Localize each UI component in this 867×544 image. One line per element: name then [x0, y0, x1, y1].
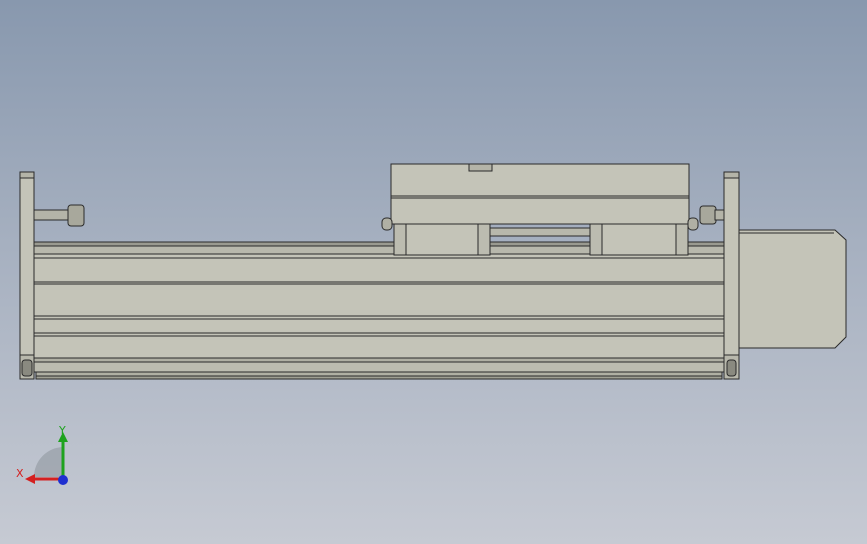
motor-housing[interactable]	[738, 229, 847, 349]
right-stop-bumper[interactable]	[699, 205, 725, 225]
left-end-plate[interactable]	[19, 171, 35, 380]
carriage-spacer	[489, 227, 591, 237]
linear-actuator-model[interactable]	[0, 0, 867, 544]
extrusion-body[interactable]	[33, 253, 725, 380]
slide-table[interactable]	[381, 163, 699, 231]
carriage-block-left[interactable]	[393, 223, 491, 256]
right-end-plate[interactable]	[723, 171, 740, 380]
x-axis-label: X	[16, 467, 24, 480]
z-axis-dot	[58, 475, 68, 485]
y-axis-label: Y	[59, 424, 66, 437]
coordinate-triad	[25, 432, 68, 485]
x-axis-arrowhead	[25, 474, 35, 484]
left-stop-bumper[interactable]	[33, 204, 85, 227]
cad-graphics-viewport[interactable]: Y X	[0, 0, 867, 544]
carriage-block-right[interactable]	[589, 223, 689, 256]
